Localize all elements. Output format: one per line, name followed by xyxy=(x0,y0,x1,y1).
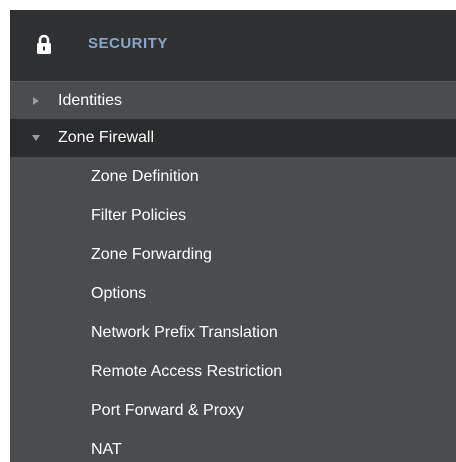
caret-down-icon xyxy=(31,133,41,143)
sidebar-subitem-nat[interactable]: NAT xyxy=(10,430,456,462)
sidebar-subitem-label: NAT xyxy=(91,440,122,458)
sidebar-subitem-label: Zone Forwarding xyxy=(91,245,212,263)
section-title: SECURITY xyxy=(88,35,168,52)
sidebar-subitem-label: Remote Access Restriction xyxy=(91,362,283,380)
sidebar-subitem-filter-policies[interactable]: Filter Policies xyxy=(10,196,456,235)
sidebar-subitem-label: Options xyxy=(91,284,147,302)
sidebar-subitem-zone-definition[interactable]: Zone Definition xyxy=(10,157,456,196)
security-sidebar: SECURITY Identities Zone Firewall Zone D… xyxy=(10,10,456,462)
sidebar-subitem-label: Filter Policies xyxy=(91,206,187,224)
sidebar-subitem-label: Network Prefix Translation xyxy=(91,323,278,341)
sidebar-menu: Identities Zone Firewall Zone Definition… xyxy=(10,81,456,462)
sidebar-header[interactable]: SECURITY xyxy=(10,10,456,81)
lock-icon xyxy=(36,34,52,54)
sidebar-subitem-options[interactable]: Options xyxy=(10,274,456,313)
sidebar-subitem-zone-forwarding[interactable]: Zone Forwarding xyxy=(10,235,456,274)
sidebar-item-label: Identities xyxy=(58,91,123,109)
caret-right-icon xyxy=(31,96,41,106)
sidebar-subitem-port-forward-proxy[interactable]: Port Forward & Proxy xyxy=(10,391,456,430)
sidebar-subitem-remote-access-restriction[interactable]: Remote Access Restriction xyxy=(10,352,456,391)
sidebar-item-identities[interactable]: Identities xyxy=(10,81,456,119)
sidebar-item-zone-firewall[interactable]: Zone Firewall xyxy=(10,119,456,157)
sidebar-item-label: Zone Firewall xyxy=(58,129,155,146)
sidebar-subitem-label: Port Forward & Proxy xyxy=(91,401,244,419)
sidebar-subitem-network-prefix-translation[interactable]: Network Prefix Translation xyxy=(10,313,456,352)
sidebar-subitem-label: Zone Definition xyxy=(91,167,199,185)
